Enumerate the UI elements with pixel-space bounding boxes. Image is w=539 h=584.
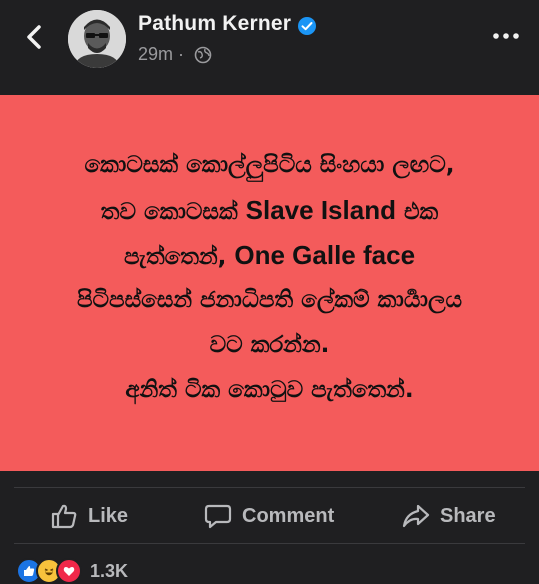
thumbs-up-icon	[51, 504, 77, 529]
post-line: පැත්තෙන්, One Galle face	[0, 233, 539, 278]
post-text: කොටසක් කොල්ලුපිටිය සිංහයා ලඟට, තව කොටසක්…	[0, 143, 539, 413]
post-line-latin-text: One Galle face	[234, 240, 416, 270]
more-options-icon	[493, 33, 519, 39]
reactions-summary[interactable]: 1.3K	[16, 558, 129, 584]
chevron-left-icon	[27, 25, 41, 49]
verified-badge-icon	[298, 17, 316, 35]
post-line-text: පැත්තෙන්,	[123, 244, 235, 270]
reaction-count: 1.3K	[90, 560, 129, 581]
post-line: අනිත් ටික කොටුව පැත්තෙන්.	[0, 368, 539, 413]
post-line: පිටිපස්සෙන් ජනාධිපති ලේකම් කාර්‍යාලය	[0, 278, 539, 323]
like-button[interactable]: Like	[50, 501, 128, 531]
comment-label: Comment	[242, 504, 335, 527]
post-line-latin-text: Slave Island	[245, 195, 396, 225]
post-line-text: එක	[395, 199, 439, 225]
post-action-bar: Like Comment Share 1.3K	[0, 471, 539, 584]
share-arrow-icon	[402, 504, 430, 528]
post-header: Pathum Kerner 29m ·	[0, 0, 539, 95]
post-content-card[interactable]: කොටසක් කොල්ලුපිටිය සිංහයා ලඟට, තව කොටසක්…	[0, 95, 539, 471]
meta-separator: ·	[178, 44, 185, 64]
avatar-image	[68, 10, 126, 68]
avatar[interactable]	[68, 10, 126, 68]
post-meta: 29m ·	[138, 44, 184, 65]
like-label: Like	[88, 504, 129, 527]
more-options-button[interactable]	[490, 26, 522, 46]
post-line-text: පිටිපස්සෙන් ජනාධිපති ලේකම් කාර්‍යාලය	[76, 287, 463, 313]
post-timestamp[interactable]: 29m	[138, 44, 173, 64]
post-line-text: අනිත් ටික කොටුව පැත්තෙන්.	[125, 377, 414, 403]
post-line: කොටසක් කොල්ලුපිටිය සිංහයා ලඟට,	[0, 143, 539, 188]
post-line: තව කොටසක් Slave Island එක	[0, 188, 539, 233]
author-name[interactable]: Pathum Kerner	[138, 12, 291, 36]
post-line-text: කොටසක් කොල්ලුපිටිය සිංහයා ලඟට,	[84, 152, 455, 178]
post-line-text: වට කරන්න.	[209, 332, 330, 358]
post-line: වට කරන්න.	[0, 323, 539, 368]
share-button[interactable]: Share	[402, 501, 496, 531]
comment-button[interactable]: Comment	[204, 501, 334, 531]
back-button[interactable]	[18, 20, 52, 54]
divider	[14, 487, 525, 488]
comment-bubble-icon	[204, 504, 232, 529]
divider	[14, 543, 525, 544]
post-line-text: තව කොටසක්	[100, 199, 246, 225]
love-reaction-icon	[56, 558, 82, 584]
globe-icon	[194, 46, 212, 64]
share-label: Share	[440, 504, 496, 527]
